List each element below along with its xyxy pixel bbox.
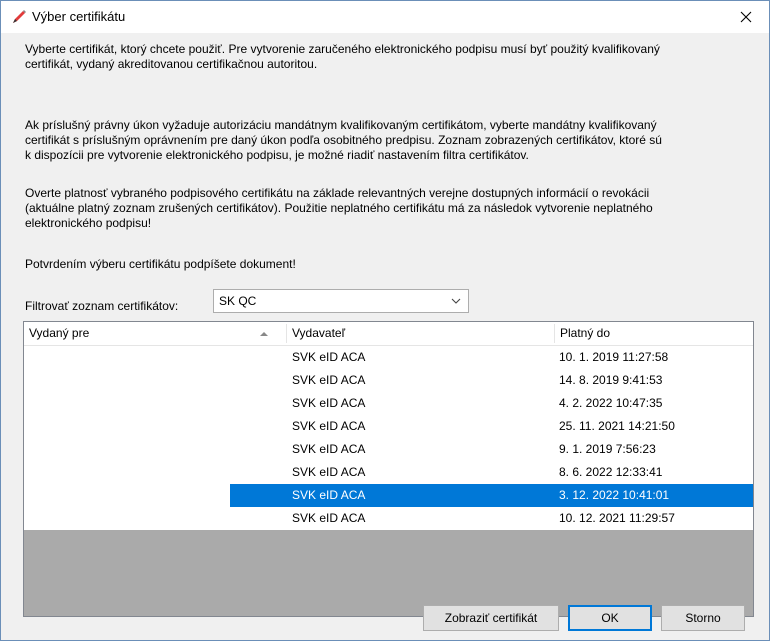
cell-issued-to	[24, 346, 286, 369]
show-certificate-button[interactable]: Zobraziť certifikát	[423, 605, 559, 631]
intro-paragraph: Vyberte certifikát, ktorý chcete použiť.…	[25, 42, 755, 72]
text-line: certifikát, vydaný akreditovanou certifi…	[25, 57, 318, 71]
signing-pen-icon	[13, 10, 26, 23]
table-row[interactable]: SVK eID ACA 25. 11. 2021 14:21:50	[24, 415, 753, 438]
window-title: Výber certifikátu	[32, 9, 126, 24]
cell-issuer: SVK eID ACA	[292, 396, 366, 410]
table-row[interactable]: SVK eID ACA 4. 2. 2022 10:47:35	[24, 392, 753, 415]
chevron-down-icon	[451, 298, 461, 304]
cell-issued-to	[24, 438, 286, 461]
text-line: Ak príslušný právny úkon vyžaduje autori…	[25, 118, 657, 132]
sort-ascending-icon	[260, 332, 268, 336]
column-header-issued-to[interactable]: Vydaný pre	[24, 322, 286, 345]
ok-button[interactable]: OK	[568, 605, 652, 631]
cell-valid-to: 10. 12. 2021 11:29:57	[559, 511, 675, 525]
title-bar[interactable]: Výber certifikátu	[1, 1, 769, 33]
filter-selected-value: SK QC	[219, 294, 257, 308]
table-row[interactable]: SVK eID ACA 9. 1. 2019 7:56:23	[24, 438, 753, 461]
text-line: certifikát s príslušným oprávnením pre d…	[25, 133, 662, 147]
text-line: (aktuálne platný zoznam zrušených certif…	[25, 201, 653, 215]
cell-issuer: SVK eID ACA	[292, 350, 366, 364]
filter-select[interactable]: SK QC	[213, 289, 469, 313]
cell-valid-to: 8. 6. 2022 12:33:41	[559, 465, 663, 479]
cell-issuer: SVK eID ACA	[292, 442, 366, 456]
cell-valid-to: 10. 1. 2019 11:27:58	[559, 350, 669, 364]
column-label: Platný do	[560, 326, 611, 340]
cell-valid-to: 3. 12. 2022 10:41:01	[559, 488, 670, 502]
text-line: Vyberte certifikát, ktorý chcete použiť.…	[25, 42, 660, 56]
table-row-selected[interactable]: SVK eID ACA 3. 12. 2022 10:41:01	[24, 484, 753, 507]
cell-issued-to	[24, 415, 286, 438]
text-line: k dispozícii pre vytvorenie elektronické…	[25, 148, 529, 162]
column-label: Vydavateľ	[292, 326, 346, 340]
confirm-paragraph: Potvrdením výberu certifikátu podpíšete …	[25, 257, 755, 272]
column-header-valid-to[interactable]: Platný do	[555, 322, 753, 345]
cell-issuer: SVK eID ACA	[292, 373, 366, 387]
table-row[interactable]: SVK eID ACA 10. 12. 2021 11:29:57	[24, 507, 753, 530]
cell-issued-to	[24, 392, 286, 415]
cell-issued-to	[24, 461, 286, 484]
table-row[interactable]: SVK eID ACA 14. 8. 2019 9:41:53	[24, 369, 753, 392]
filter-label: Filtrovať zoznam certifikátov:	[25, 299, 179, 313]
cell-issued-to	[24, 369, 286, 392]
cell-issuer: SVK eID ACA	[292, 511, 366, 525]
cell-valid-to: 14. 8. 2019 9:41:53	[559, 373, 663, 387]
text-line: Overte platnosť vybraného podpisového ce…	[25, 186, 650, 200]
revocation-paragraph: Overte platnosť vybraného podpisového ce…	[25, 186, 755, 231]
cell-issuer: SVK eID ACA	[292, 465, 366, 479]
text-line: Potvrdením výberu certifikátu podpíšete …	[25, 257, 296, 271]
cancel-button[interactable]: Storno	[661, 605, 745, 631]
list-header: Vydaný pre Vydavateľ Platný do	[24, 322, 753, 346]
close-icon	[740, 11, 752, 23]
close-button[interactable]	[723, 1, 769, 33]
certificate-list[interactable]: Vydaný pre Vydavateľ Platný do SVK eID A…	[23, 321, 754, 617]
table-row[interactable]: SVK eID ACA 8. 6. 2022 12:33:41	[24, 461, 753, 484]
cell-issued-to	[24, 484, 230, 507]
cell-valid-to: 9. 1. 2019 7:56:23	[559, 442, 656, 456]
cell-issued-to	[24, 507, 286, 530]
cell-valid-to: 4. 2. 2022 10:47:35	[559, 396, 663, 410]
text-line: elektronického podpisu!	[25, 216, 152, 230]
cell-issuer: SVK eID ACA	[292, 488, 366, 502]
cell-valid-to: 25. 11. 2021 14:21:50	[559, 419, 675, 433]
mandate-paragraph: Ak príslušný právny úkon vyžaduje autori…	[25, 118, 755, 163]
table-row[interactable]: SVK eID ACA 10. 1. 2019 11:27:58	[24, 346, 753, 369]
list-rows: SVK eID ACA 10. 1. 2019 11:27:58 SVK eID A…	[24, 346, 753, 530]
certificate-dialog: Výber certifikátu Vyberte certifikát, kt…	[0, 0, 770, 641]
column-header-issuer[interactable]: Vydavateľ	[287, 322, 554, 345]
column-label: Vydaný pre	[29, 326, 90, 340]
cell-issuer: SVK eID ACA	[292, 419, 366, 433]
